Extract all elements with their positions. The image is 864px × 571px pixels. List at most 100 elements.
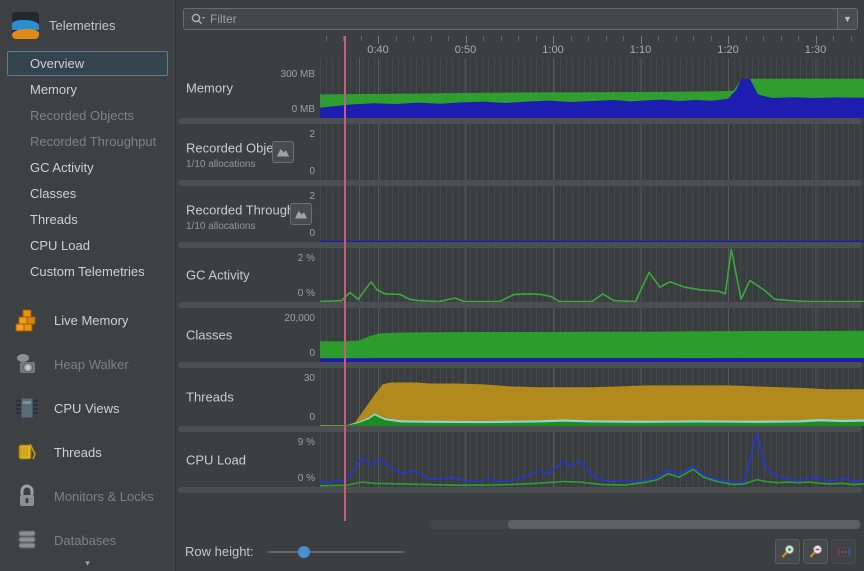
row-title: Threads	[186, 389, 234, 405]
scale-min: 0 %	[297, 473, 315, 484]
sidebar: Telemetries Overview Memory Recorded Obj…	[0, 0, 176, 571]
scale-min: 0 MB	[291, 104, 315, 115]
chart-thumbnail-button[interactable]	[290, 203, 312, 225]
time-tick-label: 1:30	[804, 44, 827, 56]
scale-max: 2	[309, 191, 315, 202]
series-gc-activity	[320, 248, 864, 302]
sidebar-item-cpu-load[interactable]: CPU Load	[7, 233, 168, 258]
scale-min: 0	[309, 228, 315, 239]
area-chart-icon	[295, 210, 307, 219]
row-label-area: CPU Load 9 % 0 %	[176, 432, 320, 487]
sidebar-header: Telemetries	[0, 0, 175, 49]
recorded-objects-chart[interactable]	[320, 124, 864, 180]
scale-min: 0	[309, 166, 315, 177]
cpu-load-chart[interactable]	[320, 432, 864, 487]
row-title: Memory	[186, 80, 233, 96]
heap-walker-icon	[13, 350, 41, 378]
series-waiting-threads	[320, 382, 864, 426]
search-icon[interactable]	[184, 9, 210, 29]
sidebar-scroll-down-indicator[interactable]: ▾	[85, 558, 90, 569]
memory-chart[interactable]	[320, 58, 864, 118]
telemetry-row-memory[interactable]: Memory 300 MB 0 MB	[176, 58, 864, 118]
recorded-throughput-chart[interactable]	[320, 186, 864, 242]
row-label-area: Recorded Throughput 1/10 allocations 2 0	[176, 186, 320, 242]
sidebar-item-threads[interactable]: Threads	[7, 207, 168, 232]
row-subtitle: 1/10 allocations	[186, 158, 256, 170]
view-label: Heap Walker	[54, 356, 129, 372]
time-tick-label: 1:00	[542, 44, 564, 56]
sidebar-item-classes[interactable]: Classes	[7, 181, 168, 206]
telemetry-row-cpu-load[interactable]: CPU Load 9 % 0 %	[176, 432, 864, 487]
time-tick-label: 0:50	[454, 44, 477, 56]
scale-max: 2	[309, 129, 315, 140]
telemetry-row-classes[interactable]: Classes 20,000 0	[176, 308, 864, 362]
sidebar-item-custom-telemetries[interactable]: Custom Telemetries	[7, 259, 168, 284]
row-separator[interactable]	[178, 487, 862, 493]
telemetry-charts: 0:40 0:50 1:00 1:10 1:20 1:30 Memory 300 MB 0…	[176, 36, 864, 521]
telemetry-row-recorded-throughput[interactable]: Recorded Throughput 1/10 allocations 2 0	[176, 186, 864, 242]
area-chart-icon	[277, 148, 289, 157]
sidebar-item-recorded-throughput: Recorded Throughput	[30, 134, 157, 149]
row-height-slider[interactable]	[267, 545, 404, 558]
time-tick-label: 1:10	[629, 44, 652, 56]
row-subtitle: 1/10 allocations	[186, 220, 256, 232]
scale-max: 30	[303, 373, 315, 384]
databases-icon	[13, 526, 41, 554]
view-live-memory[interactable]: Live Memory	[0, 298, 175, 342]
row-title: CPU Load	[186, 452, 246, 467]
view-monitors-locks: Monitors & Locks	[0, 474, 175, 518]
series-filtered-classes	[320, 358, 864, 362]
fit-to-window-button	[831, 539, 856, 564]
scale-max: 2 %	[297, 253, 315, 264]
zoom-out-button[interactable]	[803, 539, 828, 564]
scale-max: 9 %	[297, 437, 315, 448]
view-label: Threads	[54, 444, 102, 460]
telemetry-row-recorded-objects[interactable]: Recorded Objects 1/10 allocations 2 0	[176, 124, 864, 180]
zoom-in-button[interactable]	[775, 539, 800, 564]
app-window: Telemetries Overview Memory Recorded Obj…	[0, 0, 864, 571]
row-label-area: Recorded Objects 1/10 allocations 2 0	[176, 124, 320, 180]
row-label-area: Threads 30 0	[176, 368, 320, 426]
threads-icon	[13, 438, 41, 466]
slider-track[interactable]	[267, 551, 404, 553]
view-label: Live Memory	[54, 312, 129, 328]
telemetry-row-threads[interactable]: Threads 30 0	[176, 368, 864, 426]
chevron-down-icon[interactable]: ▼	[837, 9, 857, 29]
telemetries-nav: Overview Memory Recorded Objects Recorde…	[0, 51, 175, 284]
scale-min: 0 %	[297, 288, 315, 299]
view-threads[interactable]: Threads	[0, 430, 175, 474]
fit-to-window-icon	[837, 547, 850, 556]
scale-max: 20,000	[284, 313, 315, 324]
telemetries-icon	[12, 12, 39, 39]
bottom-bar: Row height:	[176, 529, 864, 564]
chart-thumbnail-button[interactable]	[272, 141, 294, 163]
horizontal-scrollbar[interactable]	[430, 520, 862, 529]
zoom-out-icon	[809, 544, 822, 558]
zoom-in-icon	[781, 544, 794, 558]
scrollbar-thumb[interactable]	[508, 520, 860, 529]
sidebar-item-gc-activity[interactable]: GC Activity	[7, 155, 168, 180]
sidebar-item-overview[interactable]: Overview	[7, 51, 168, 76]
time-axis: 0:40 0:50 1:00 1:10 1:20 1:30	[176, 36, 864, 58]
filter-input[interactable]	[210, 9, 837, 29]
threads-chart[interactable]	[320, 368, 864, 426]
scale-max: 300 MB	[280, 69, 315, 80]
time-tick-label: 1:20	[717, 44, 739, 56]
classes-chart[interactable]	[320, 308, 864, 362]
view-cpu-views[interactable]: CPU Views	[0, 386, 175, 430]
monitors-locks-icon	[13, 482, 41, 510]
slider-thumb[interactable]	[297, 546, 310, 558]
row-title: Classes	[186, 327, 233, 343]
row-label-area: Classes 20,000 0	[176, 308, 320, 362]
sidebar-header-label: Telemetries	[49, 18, 116, 33]
view-sections: Live Memory Heap Walker CPU Views Thread…	[0, 298, 175, 571]
sidebar-item-recorded-objects: Recorded Objects	[30, 108, 135, 123]
bookmark-line[interactable]	[344, 36, 346, 521]
gc-activity-chart[interactable]	[320, 248, 864, 302]
time-axis-ticks: 0:40 0:50 1:00 1:10 1:20 1:30	[320, 36, 864, 58]
row-label-area: GC Activity 2 % 0 %	[176, 248, 320, 302]
sidebar-item-memory[interactable]: Memory	[7, 77, 168, 102]
row-height-label: Row height:	[185, 544, 254, 559]
telemetry-row-gc-activity[interactable]: GC Activity 2 % 0 %	[176, 248, 864, 302]
main-panel: ▼ 0:400:501:001:101:201:30 Memory 300 MB…	[176, 0, 864, 571]
